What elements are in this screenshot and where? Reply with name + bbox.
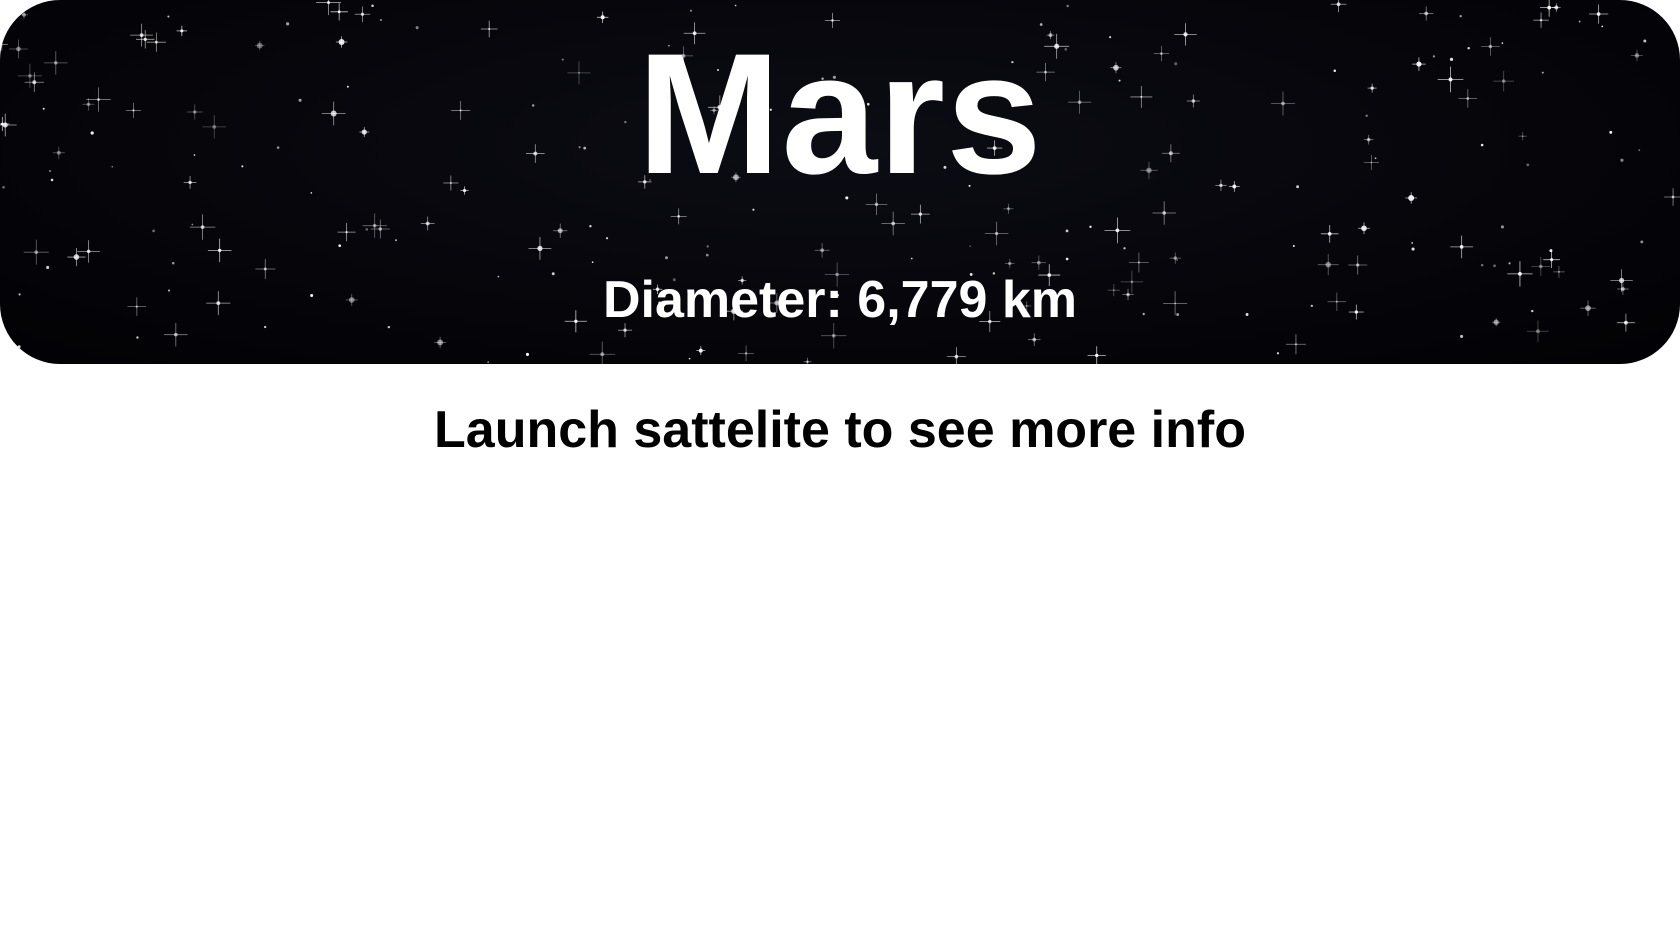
planet-title: Mars — [637, 18, 1043, 210]
launch-satellite-message: Launch sattelite to see more info — [434, 401, 1246, 459]
planet-diameter: Diameter: 6,779 km — [602, 271, 1078, 329]
starfield-header-banner: Mars Diameter: 6,779 km — [0, 0, 1680, 364]
planet-info-page: Mars Diameter: 6,779 km Launch sattelite… — [0, 0, 1680, 947]
